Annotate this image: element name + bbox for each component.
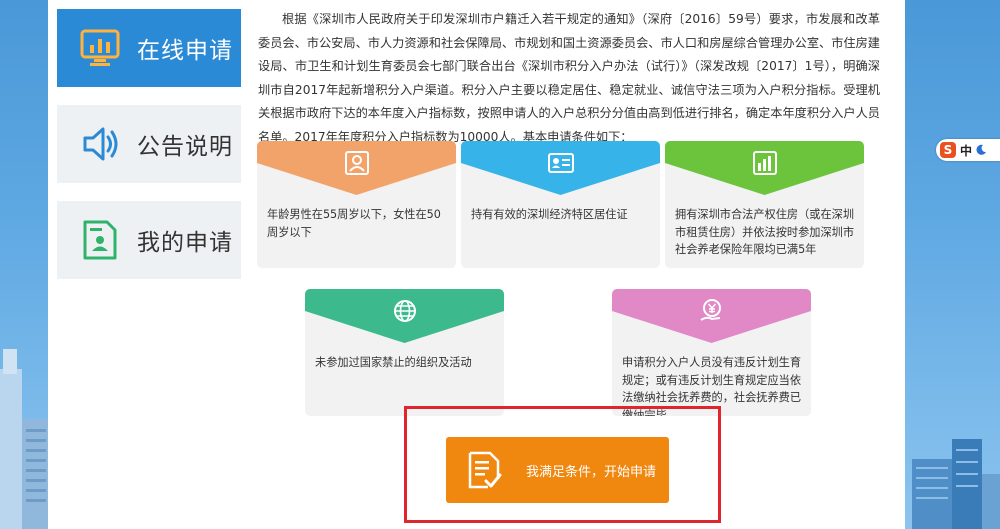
money-hand-icon bbox=[700, 299, 721, 321]
chart-monitor-icon bbox=[77, 25, 123, 71]
sidebar-item-label: 我的申请 bbox=[137, 230, 233, 256]
ime-toolbar[interactable]: S 中 bbox=[936, 139, 1000, 161]
sidebar-item-announcement[interactable]: 公告说明 bbox=[57, 105, 241, 183]
city-skyline-left bbox=[0, 349, 50, 529]
condition-text: 年龄男性在55周岁以下，女性在50周岁以下 bbox=[267, 208, 441, 239]
condition-card-age: 年龄男性在55周岁以下，女性在50周岁以下 bbox=[257, 141, 456, 268]
bar-chart-icon bbox=[753, 151, 777, 175]
condition-card-organization: 未参加过国家禁止的组织及活动 bbox=[305, 289, 504, 416]
globe-icon bbox=[394, 300, 416, 322]
condition-text: 未参加过国家禁止的组织及活动 bbox=[315, 356, 472, 369]
condition-card-housing: 拥有深圳市合法产权住房（或在深圳市租赁住房）并依法按时参加深圳市社会养老保险年限… bbox=[665, 141, 864, 268]
sidebar-item-online-apply[interactable]: 在线申请 bbox=[57, 9, 241, 87]
city-skyline-right bbox=[912, 439, 1000, 529]
speaker-icon bbox=[77, 121, 123, 167]
sidebar-item-label: 在线申请 bbox=[137, 38, 233, 64]
person-id-icon bbox=[345, 151, 369, 175]
sidebar-item-label: 公告说明 bbox=[137, 134, 233, 160]
condition-text: 拥有深圳市合法产权住房（或在深圳市租赁住房）并依法按时参加深圳市社会养老保险年限… bbox=[675, 208, 855, 256]
sogou-logo-icon: S bbox=[940, 142, 956, 158]
condition-card-family-planning: 申请积分入户人员没有违反计划生育规定；或有违反计划生育规定应当依法缴纳社会抚养费… bbox=[612, 289, 811, 416]
sidebar-item-my-application[interactable]: 我的申请 bbox=[57, 201, 241, 279]
content-panel: 在线申请 公告说明 我的申请 根据《深圳市人民政府关于印发深圳市户籍迁入若干规定… bbox=[48, 0, 905, 529]
highlight-annotation-box bbox=[404, 406, 721, 523]
condition-card-residence: 持有有效的深圳经济特区居住证 bbox=[461, 141, 660, 268]
ime-mode-label[interactable]: 中 bbox=[960, 142, 972, 159]
id-card-icon bbox=[548, 153, 574, 173]
moon-icon[interactable] bbox=[975, 144, 987, 156]
condition-text: 持有有效的深圳经济特区居住证 bbox=[471, 208, 628, 221]
intro-paragraph: 根据《深圳市人民政府关于印发深圳市户籍迁入若干规定的通知》（深府〔2016〕59… bbox=[258, 12, 880, 144]
document-user-icon bbox=[77, 217, 123, 263]
